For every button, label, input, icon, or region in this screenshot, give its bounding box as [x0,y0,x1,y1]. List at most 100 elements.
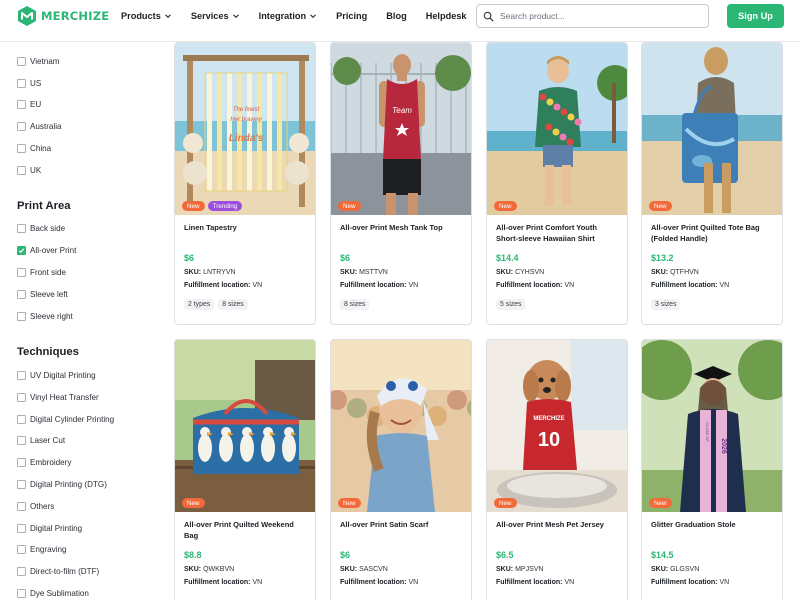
filter-technique-item[interactable]: Laser Cut [17,436,65,446]
product-card[interactable]: New All-over Print Quilted Weekend Bag $8.… [174,339,316,600]
product-info: All-over Print Quilted Weekend Bag $8.8 SK… [175,520,315,586]
checkbox[interactable] [17,392,26,402]
checkbox[interactable] [17,567,26,577]
checkbox[interactable] [17,268,26,277]
checkbox[interactable] [17,458,26,468]
checkbox[interactable] [17,312,26,321]
product-card[interactable]: Team New All-over Print Mesh Tank Top $6 SKU… [330,42,472,325]
checkbox[interactable] [17,57,26,66]
product-photo [331,340,471,512]
fulfillment-label: Fulfillment location: [184,282,251,289]
product-card[interactable]: New All-over Print Quilted Tote Bag (Fold… [641,42,783,325]
sku-label: SKU: [184,566,202,573]
nav-item-pricing[interactable]: Pricing [336,11,367,21]
filter-print-area-item[interactable]: All-over Print [17,246,76,255]
nav-item-blog[interactable]: Blog [386,11,406,21]
filter-print-area-item[interactable]: Front side [17,268,66,277]
checkbox[interactable] [17,545,26,555]
product-name[interactable]: All-over Print Comfort Youth Short-sleev… [496,223,618,245]
product-image[interactable]: Team New [331,43,471,215]
filter-technique-item[interactable]: Digital Printing [17,523,82,533]
filter-technique-item[interactable]: Dye Sublimation [17,589,89,598]
checkbox[interactable] [17,79,26,88]
product-card[interactable]: The finest Her bravery Linda's New Trending L… [174,42,316,325]
product-info: All-over Print Quilted Tote Bag (Folded … [642,223,782,310]
sku-value: SASCVN [357,566,388,573]
product-name[interactable]: All-over Print Quilted Weekend Bag [184,520,306,542]
nav-item-services[interactable]: Services [191,11,240,21]
filter-location-china[interactable]: China [17,144,51,153]
product-image[interactable]: New [487,43,627,215]
new-badge: New [649,498,672,508]
product-name[interactable]: All-over Print Mesh Tank Top [340,223,462,245]
product-image[interactable]: New [642,43,782,215]
product-name[interactable]: All-over Print Satin Scarf [340,520,462,542]
fulfillment-label: Fulfillment location: [496,282,563,289]
checkbox-label: EU [30,100,42,109]
product-card[interactable]: MERCHIZE 10 New All-over Print Mesh Pet Jer… [486,339,628,600]
product-image[interactable]: MERCHIZE 10 New [487,340,627,512]
product-photo: The finest Her bravery Linda's [175,43,315,215]
merchize-logo[interactable]: MERCHIZE [16,5,109,27]
product-fulfillment: Fulfillment location: VN [496,282,618,289]
checkbox[interactable] [17,371,26,380]
product-image[interactable]: New [175,340,315,512]
filter-location-uk[interactable]: UK [17,166,41,175]
checkbox[interactable] [17,166,26,175]
checkbox[interactable] [17,290,26,299]
product-card[interactable]: New All-over Print Comfort Youth Short-sl… [486,42,628,325]
checkbox[interactable] [17,224,26,233]
product-name[interactable]: Linen Tapestry [184,223,306,245]
new-badge: New [649,201,672,211]
filter-technique-item[interactable]: Direct-to-film (DTF) [17,567,99,577]
filter-technique-item[interactable]: Digital Cylinder Printing [17,414,114,424]
filter-location-eu[interactable]: EU [17,100,41,109]
product-image[interactable]: CLASS OF 2026 New [642,340,782,512]
product-card[interactable]: CLASS OF 2026 New Glitter Graduation Stole $… [641,339,783,600]
filter-technique-item[interactable]: Digital Printing (DTG) [17,480,107,489]
checkbox[interactable] [17,246,26,255]
checkbox[interactable] [17,523,26,533]
filter-print-area-item[interactable]: Back side [17,224,65,233]
sign-up-button[interactable]: Sign Up [727,4,784,28]
filter-technique-item[interactable]: Engraving [17,545,66,555]
filter-location-australia[interactable]: Australia [17,122,62,131]
filter-location-us[interactable]: US [17,79,41,88]
checkbox[interactable] [17,122,26,131]
filter-technique-item[interactable]: UV Digital Printing [17,371,96,380]
product-name[interactable]: All-over Print Quilted Tote Bag (Folded … [651,223,773,245]
sku-label: SKU: [651,566,669,573]
checkbox[interactable] [17,501,26,511]
product-name[interactable]: Glitter Graduation Stole [651,520,773,542]
nav-item-helpdesk[interactable]: Helpdesk [426,11,467,21]
nav-item-integration[interactable]: Integration [259,11,317,21]
checkbox-label: China [30,144,52,153]
filter-technique-item[interactable]: Vinyl Heat Transfer [17,392,99,402]
checkbox[interactable] [17,436,26,446]
fulfillment-label: Fulfillment location: [184,579,251,586]
product-sku: SKU: CYHSVN [496,269,618,276]
search-box[interactable] [476,4,709,28]
checkbox-label: Sleeve right [30,312,73,321]
print-area-title: Print Area [17,200,71,212]
product-sku: SKU: QTFHVN [651,269,773,276]
sku-label: SKU: [340,566,358,573]
nav-item-products[interactable]: Products [121,11,172,21]
filter-technique-item[interactable]: Others [17,501,54,511]
checkbox[interactable] [17,480,26,489]
svg-text:The finest: The finest [233,107,260,113]
checkbox[interactable] [17,589,26,598]
checkbox[interactable] [17,100,26,109]
product-name[interactable]: All-over Print Mesh Pet Jersey [496,520,618,542]
product-image[interactable]: The finest Her bravery Linda's New Trending [175,43,315,215]
filter-location-vietnam[interactable]: Vietnam [17,57,60,66]
checkbox[interactable] [17,144,26,153]
filter-print-area-item[interactable]: Sleeve right [17,312,73,321]
product-image[interactable]: New [331,340,471,512]
nav-item-label: Products [121,11,161,21]
search-input[interactable] [500,11,700,21]
filter-print-area-item[interactable]: Sleeve left [17,290,68,299]
product-card[interactable]: New All-over Print Satin Scarf $6 SKU: SASC… [330,339,472,600]
checkbox[interactable] [17,414,26,424]
filter-technique-item[interactable]: Embroidery [17,458,71,468]
